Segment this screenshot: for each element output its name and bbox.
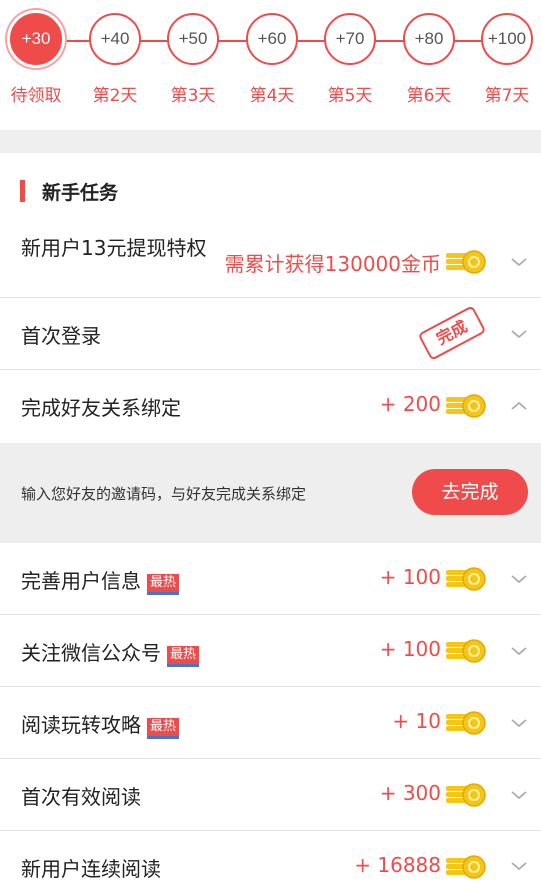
task-name-text: 完善用户信息 — [21, 569, 141, 593]
hot-badge: 最热 — [147, 574, 180, 595]
checkin-day-3: +50 第3天 — [165, 13, 221, 106]
coin-stack-icon — [446, 250, 486, 274]
task-reward: + 300 — [379, 781, 441, 805]
checkin-bubble: +100 — [481, 13, 533, 65]
checkin-bubble: +50 — [167, 13, 219, 65]
task-row-follow-wechat[interactable]: 关注微信公众号 最热 + 100 — [0, 615, 541, 687]
task-name: 新用户连续阅读 — [21, 857, 161, 881]
task-name: 完善用户信息 最热 — [21, 565, 180, 595]
checkin-day-7: +100 第7天 — [479, 13, 535, 106]
hot-badge: 最热 — [167, 646, 200, 667]
checkin-day-label: 待领取 — [10, 86, 62, 106]
task-name-text: 关注微信公众号 — [21, 641, 161, 665]
checkin-day-label: 第2天 — [92, 86, 138, 106]
checkin-day-label: 第7天 — [484, 86, 530, 106]
go-complete-button[interactable]: 去完成 — [412, 469, 528, 515]
task-detail-panel: 输入您好友的邀请码，与好友完成关系绑定 去完成 — [0, 443, 541, 543]
chevron-down-icon[interactable] — [509, 324, 529, 344]
chevron-down-icon[interactable] — [509, 856, 529, 876]
task-row-bind-friend[interactable]: 完成好友关系绑定 + 200 — [0, 370, 541, 442]
checkin-strip: +30 待领取 +40 第2天 +50 第3天 +60 第4天 +70 第5天 … — [0, 0, 541, 130]
task-reward: + 10 — [392, 709, 441, 733]
task-detail-description: 输入您好友的邀请码，与好友完成关系绑定 — [21, 485, 307, 503]
chevron-down-icon[interactable] — [509, 641, 529, 661]
checkin-bubble: +70 — [324, 13, 376, 65]
task-name: 阅读玩转攻略 最热 — [21, 709, 180, 739]
task-reward: + 16888 — [354, 853, 441, 877]
completed-stamp: 完成 — [417, 305, 487, 361]
task-row-continuous-read[interactable]: 新用户连续阅读 + 16888 — [0, 831, 541, 884]
checkin-day-6: +80 第6天 — [401, 13, 457, 106]
checkin-bubble: +40 — [89, 13, 141, 65]
coin-stack-icon — [446, 783, 486, 807]
task-reward: 需累计获得130000金币 — [224, 252, 441, 276]
section-divider — [0, 130, 541, 153]
checkin-day-label: 第6天 — [406, 86, 452, 106]
task-name: 新用户13元提现特权 — [21, 236, 207, 260]
checkin-day-2: +40 第2天 — [87, 13, 143, 106]
task-reward: + 100 — [379, 637, 441, 661]
section-header: 新手任务 — [0, 153, 541, 226]
chevron-down-icon[interactable] — [509, 252, 529, 272]
coin-stack-icon — [446, 711, 486, 735]
chevron-down-icon[interactable] — [509, 569, 529, 589]
task-name: 完成好友关系绑定 — [21, 396, 181, 420]
checkin-day-4: +60 第4天 — [244, 13, 300, 106]
hot-badge: 最热 — [147, 718, 180, 739]
checkin-day-label: 第5天 — [327, 86, 373, 106]
task-row-first-login[interactable]: 首次登录 完成 — [0, 298, 541, 370]
checkin-bubble: +80 — [403, 13, 455, 65]
task-row-read-guide[interactable]: 阅读玩转攻略 最热 + 10 — [0, 687, 541, 759]
checkin-day-5: +70 第5天 — [322, 13, 378, 106]
chevron-down-icon[interactable] — [509, 713, 529, 733]
section-accent-bar — [20, 180, 25, 202]
task-row-first-valid-read[interactable]: 首次有效阅读 + 300 — [0, 759, 541, 831]
section-title: 新手任务 — [42, 182, 119, 204]
checkin-day-label: 第4天 — [249, 86, 295, 106]
task-reward: + 200 — [379, 392, 441, 416]
task-name: 首次有效阅读 — [21, 785, 141, 809]
chevron-up-icon[interactable] — [509, 396, 529, 416]
chevron-down-icon[interactable] — [509, 785, 529, 805]
checkin-bubble[interactable]: +30 — [10, 13, 62, 65]
task-row-withdraw-privilege[interactable]: 新用户13元提现特权 需累计获得130000金币 — [0, 226, 541, 298]
checkin-day-label: 第3天 — [170, 86, 216, 106]
task-reward: + 100 — [379, 565, 441, 589]
coin-stack-icon — [446, 639, 486, 663]
coin-stack-icon — [446, 394, 486, 418]
coin-stack-icon — [446, 567, 486, 591]
task-name: 首次登录 — [21, 324, 101, 348]
task-name-text: 阅读玩转攻略 — [21, 713, 141, 737]
checkin-bubble: +60 — [246, 13, 298, 65]
coin-stack-icon — [446, 855, 486, 879]
checkin-day-1[interactable]: +30 待领取 — [8, 13, 64, 106]
task-row-complete-profile[interactable]: 完善用户信息 最热 + 100 — [0, 543, 541, 615]
task-name: 关注微信公众号 最热 — [21, 637, 200, 667]
